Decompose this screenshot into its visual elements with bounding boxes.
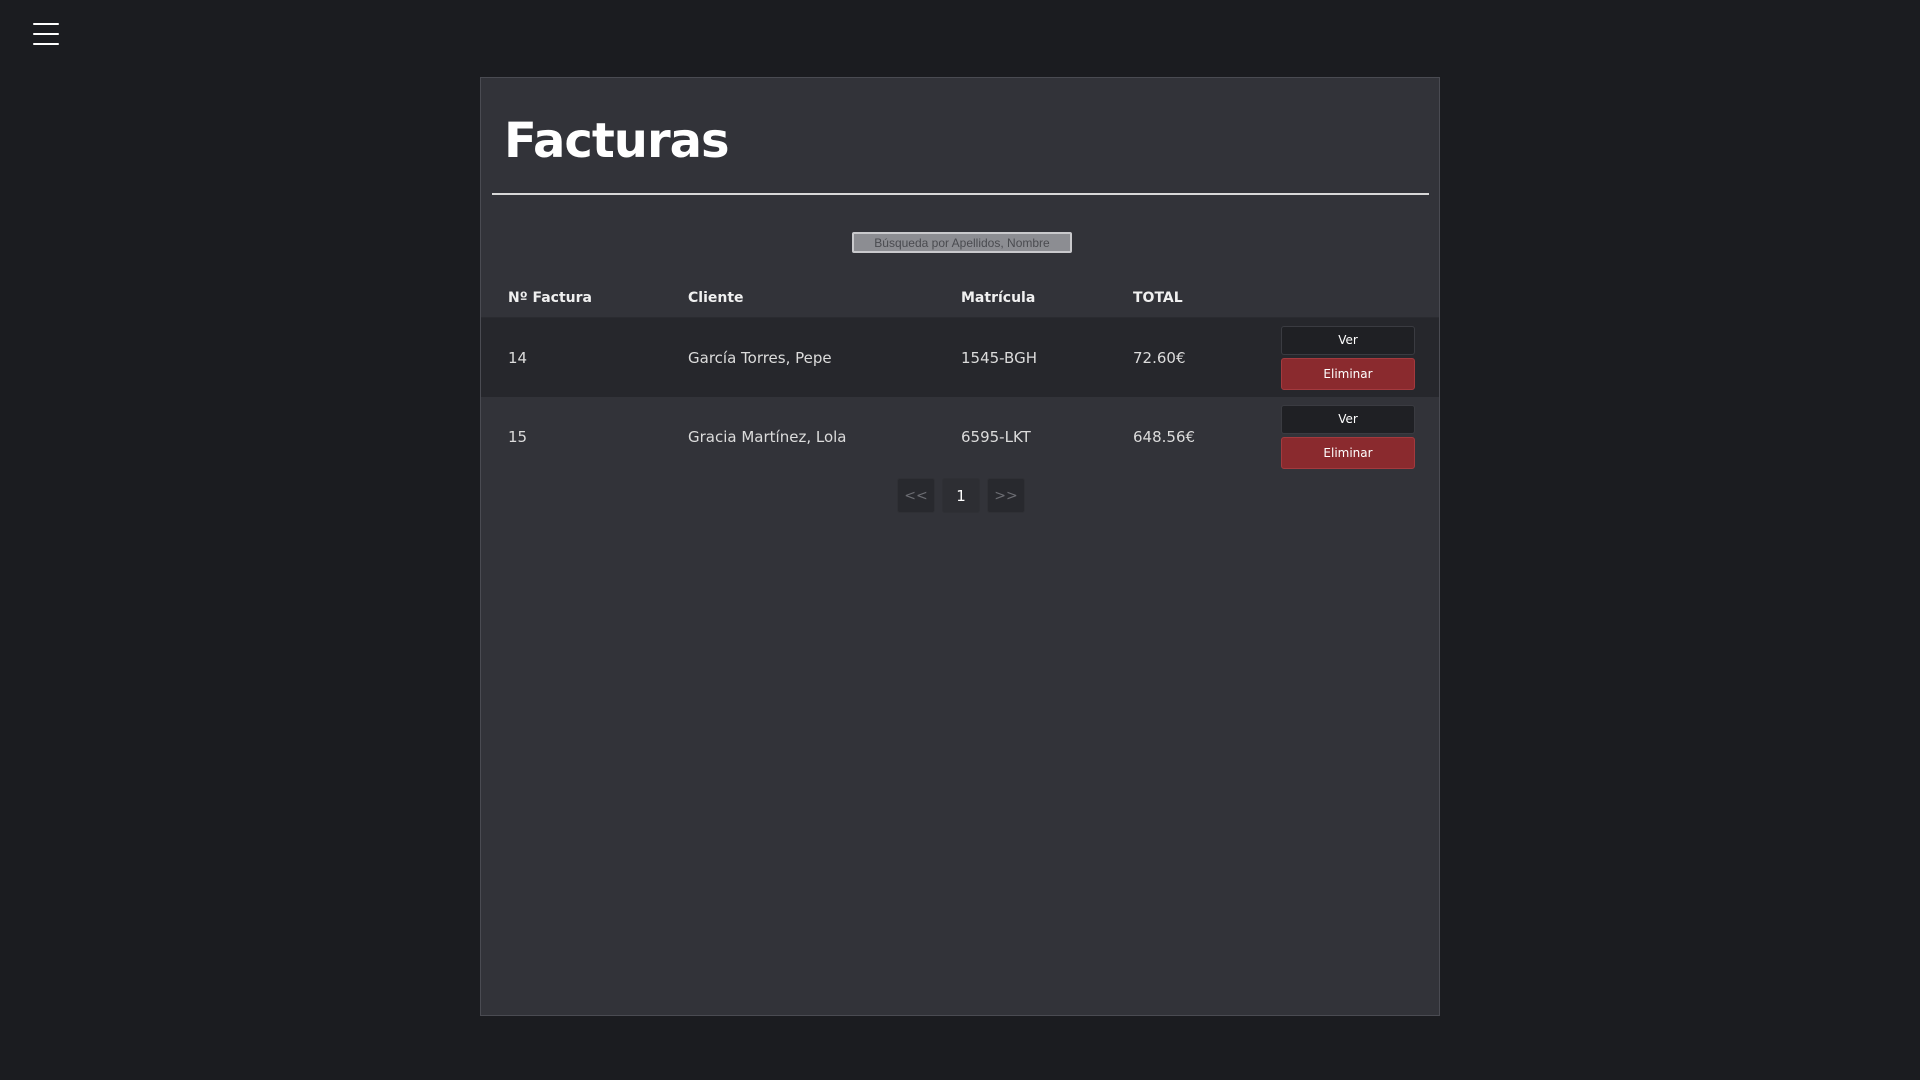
invoice-number: 15 — [508, 427, 528, 446]
view-button[interactable]: Ver — [1281, 325, 1415, 355]
invoice-total: 72.60€ — [1133, 348, 1186, 367]
delete-button[interactable]: Eliminar — [1281, 357, 1415, 390]
delete-button[interactable]: Eliminar — [1281, 436, 1415, 469]
prev-page-button[interactable]: << — [897, 478, 935, 513]
hamburger-menu-icon[interactable] — [33, 22, 59, 46]
table-row: 14 García Torres, Pepe 1545-BGH 72.60€ V… — [481, 318, 1439, 397]
table-header: Nº Factura Cliente Matrícula TOTAL — [481, 278, 1439, 318]
menu-line — [33, 33, 59, 35]
search-input[interactable] — [852, 232, 1072, 253]
invoices-panel: Facturas Nº Factura Cliente Matrícula TO… — [480, 77, 1440, 1016]
header-total: TOTAL — [1133, 289, 1183, 306]
view-button[interactable]: Ver — [1281, 404, 1415, 434]
invoices-table: Nº Factura Cliente Matrícula TOTAL 14 Ga… — [481, 278, 1439, 476]
invoice-number: 14 — [508, 348, 528, 367]
header-invoice-number: Nº Factura — [508, 289, 592, 306]
pagination: << 1 >> — [897, 478, 1025, 513]
header-plate: Matrícula — [961, 289, 1036, 306]
license-plate: 6595-LKT — [961, 427, 1031, 446]
table-row: 15 Gracia Martínez, Lola 6595-LKT 648.56… — [481, 397, 1439, 476]
license-plate: 1545-BGH — [961, 348, 1037, 367]
row-actions: Ver Eliminar — [1281, 325, 1415, 390]
next-page-button[interactable]: >> — [987, 478, 1025, 513]
menu-line — [33, 23, 59, 25]
header-client: Cliente — [688, 289, 744, 306]
client-name: Gracia Martínez, Lola — [688, 427, 847, 446]
row-actions: Ver Eliminar — [1281, 404, 1415, 469]
title-divider — [492, 193, 1429, 195]
page-title: Facturas — [504, 113, 730, 169]
page-number-button[interactable]: 1 — [942, 478, 980, 513]
client-name: García Torres, Pepe — [688, 348, 832, 367]
invoice-total: 648.56€ — [1133, 427, 1196, 446]
menu-line — [33, 43, 59, 45]
